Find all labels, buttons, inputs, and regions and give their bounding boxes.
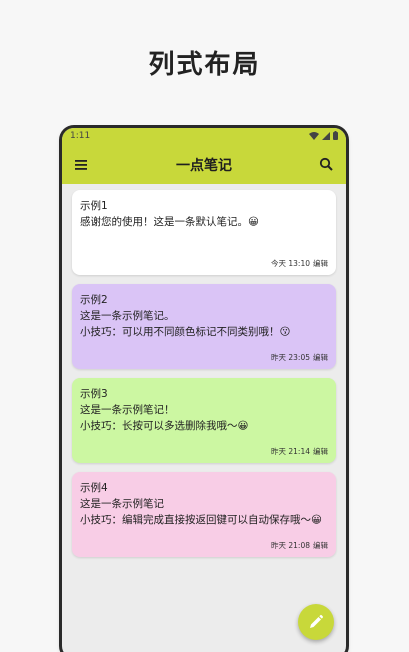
note-meta: 今天 13:10 编辑 [271, 258, 328, 269]
note-meta: 昨天 23:05 编辑 [271, 352, 328, 363]
note-time: 昨天 21:08 [271, 541, 310, 550]
note-time: 今天 13:10 [271, 259, 310, 268]
note-body-line: 这是一条示例笔记。 [80, 310, 175, 322]
note-time: 昨天 23:05 [271, 353, 310, 362]
wifi-icon [309, 131, 319, 140]
promo-title: 列式布局 [148, 50, 261, 80]
note-edit-link[interactable]: 编辑 [313, 447, 328, 456]
battery-icon [333, 131, 338, 140]
note-card[interactable]: 示例4 这是一条示例笔记 小技巧：编辑完成直接按返回键可以自动保存哦～😀 昨天 … [72, 472, 336, 557]
app-title: 一点笔记 [176, 158, 232, 174]
status-icons [309, 131, 338, 140]
note-meta: 昨天 21:08 编辑 [271, 540, 328, 551]
note-body-line: 小技巧：编辑完成直接按返回键可以自动保存哦～😀 [80, 514, 322, 526]
note-title: 示例1 [80, 200, 108, 212]
app-bar: 一点笔记 [62, 146, 346, 184]
note-body-line: 小技巧：可以用不同颜色标记不同类别哦！😗 [80, 326, 291, 338]
note-edit-link[interactable]: 编辑 [313, 353, 328, 362]
notes-list: 示例1 感谢您的使用！这是一条默认笔记。😀 今天 13:10 编辑 示例2 这是一… [62, 184, 346, 557]
note-title: 示例2 [80, 294, 108, 306]
phone-frame: 1:11 一点笔记 示例1 感谢您的使用！这是一条默认笔记。😀 今天 13:10… [62, 128, 346, 652]
status-time: 1:11 [70, 131, 91, 141]
note-body-line: 小技巧：长按可以多选删除我哦～😀 [80, 420, 249, 432]
search-icon[interactable] [318, 156, 336, 174]
note-card[interactable]: 示例3 这是一条示例笔记！ 小技巧：长按可以多选删除我哦～😀 昨天 21:14 编… [72, 378, 336, 463]
note-edit-link[interactable]: 编辑 [313, 259, 328, 268]
note-edit-link[interactable]: 编辑 [313, 541, 328, 550]
note-title: 示例4 [80, 482, 108, 494]
edit-pencil-icon [310, 614, 323, 628]
note-body-line: 这是一条示例笔记 [80, 498, 164, 510]
note-card[interactable]: 示例2 这是一条示例笔记。 小技巧：可以用不同颜色标记不同类别哦！😗 昨天 23… [72, 284, 336, 369]
note-meta: 昨天 21:14 编辑 [271, 446, 328, 457]
status-bar: 1:11 [62, 128, 346, 146]
note-time: 昨天 21:14 [271, 447, 310, 456]
note-body-line: 这是一条示例笔记！ [80, 404, 175, 416]
menu-icon[interactable] [74, 157, 90, 173]
note-title: 示例3 [80, 388, 108, 400]
new-note-button[interactable] [298, 604, 334, 640]
signal-icon [322, 131, 330, 140]
note-body-line: 感谢您的使用！这是一条默认笔记。😀 [80, 216, 259, 228]
note-card[interactable]: 示例1 感谢您的使用！这是一条默认笔记。😀 今天 13:10 编辑 [72, 190, 336, 275]
